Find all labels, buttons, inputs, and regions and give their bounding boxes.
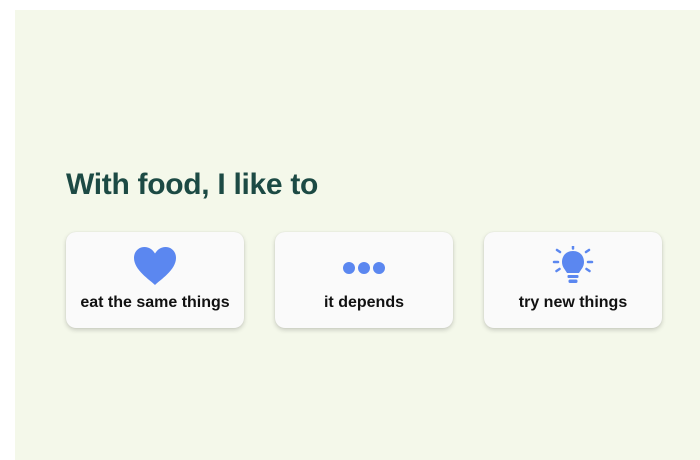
heart-icon (131, 246, 179, 286)
question-panel: With food, I like to eat the same things… (15, 10, 700, 460)
answer-options: eat the same things it depends try new t… (66, 232, 662, 328)
option-label: it depends (323, 294, 404, 311)
option-label: try new things (518, 294, 628, 311)
option-try-new-things[interactable]: try new things (484, 232, 662, 328)
question-heading: With food, I like to (66, 168, 319, 201)
option-eat-same-things[interactable]: eat the same things (66, 232, 244, 328)
dots-icon (340, 246, 388, 286)
option-it-depends[interactable]: it depends (275, 232, 453, 328)
option-label: eat the same things (80, 294, 230, 311)
lightbulb-icon (549, 246, 597, 286)
